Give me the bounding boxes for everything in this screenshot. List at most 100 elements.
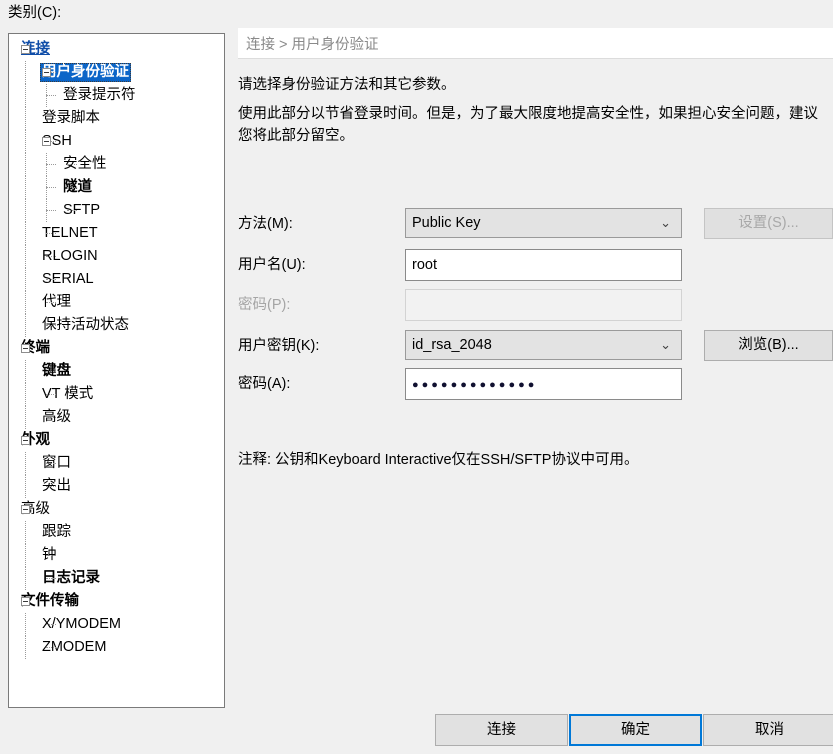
tree-expander-collapse-icon[interactable]	[21, 505, 30, 514]
tree-guide-line	[25, 107, 26, 130]
tree-expander-collapse-icon[interactable]	[21, 344, 30, 353]
tree-guide-line	[46, 95, 56, 96]
passphrase-label: 密码(A):	[238, 376, 291, 392]
tree-item-13[interactable]: 终端	[9, 337, 224, 360]
connect-button[interactable]: 连接	[435, 714, 568, 746]
tree-item-16[interactable]: 高级	[9, 406, 224, 429]
tree-guide-line	[46, 302, 56, 303]
tree-guide-line	[67, 95, 77, 96]
tree-item-label: 隧道	[63, 178, 92, 195]
userkey-browse-button[interactable]: 浏览(B)...	[704, 330, 833, 361]
category-tree-panel[interactable]: 连接 用户身份验证 登录提示符 登录脚本 SSH 安全性隧道 SFTP TELNET RLOGI…	[8, 33, 225, 708]
tree-item-21[interactable]: 跟踪	[9, 521, 224, 544]
chevron-down-icon: ⌄	[660, 215, 671, 230]
tree-guide-line	[25, 291, 26, 314]
tree-guide-line	[46, 555, 56, 556]
tree-guide-line	[46, 187, 56, 188]
breadcrumb: 连接 > 用户身份验证	[246, 37, 379, 53]
tree-guide-line	[46, 176, 47, 199]
userkey-combobox[interactable]: id_rsa_2048 ⌄	[405, 330, 682, 360]
passphrase-input[interactable]: ●●●●●●●●●●●●●	[405, 368, 682, 400]
passphrase-row: 密码(A): ●●●●●●●●●●●●●	[238, 368, 833, 400]
username-row: 用户名(U): root	[238, 249, 833, 281]
tree-guide-line	[25, 475, 26, 498]
method-label: 方法(M):	[238, 216, 293, 232]
tree-guide-line	[46, 578, 56, 579]
tree-guide-line	[46, 153, 47, 176]
userkey-value: id_rsa_2048	[412, 337, 492, 353]
ok-button[interactable]: 确定	[569, 714, 702, 746]
tree-guide-line	[25, 521, 26, 544]
tree-item-12[interactable]: 保持活动状态	[9, 314, 224, 337]
tree-item-15[interactable]: VT 模式	[9, 383, 224, 406]
tree-item-11[interactable]: 代理	[9, 291, 224, 314]
tree-guide-line	[25, 199, 26, 222]
panel-note: 注释: 公钥和Keyboard Interactive仅在SSH/SFTP协议中…	[238, 452, 639, 468]
tree-item-23[interactable]: 日志记录	[9, 567, 224, 590]
tree-guide-line	[25, 544, 26, 567]
tree-guide-line	[25, 360, 26, 383]
tree-item-10[interactable]: SERIAL	[9, 268, 224, 291]
tree-guide-line	[25, 222, 26, 245]
tree-guide-line	[46, 325, 56, 326]
tree-item-label: 代理	[42, 293, 71, 310]
tree-guide-line	[25, 314, 26, 337]
panel-description-primary: 请选择身份验证方法和其它参数。	[238, 77, 456, 93]
passphrase-masked-value: ●●●●●●●●●●●●●	[412, 379, 538, 391]
tree-guide-line	[25, 268, 26, 291]
method-combobox[interactable]: Public Key ⌄	[405, 208, 682, 238]
tree-item-22[interactable]: 钟	[9, 544, 224, 567]
tree-item-3[interactable]: 登录脚本	[9, 107, 224, 130]
username-input[interactable]: root	[405, 249, 682, 281]
tree-guide-line	[25, 452, 26, 475]
tree-item-5[interactable]: 安全性	[9, 153, 224, 176]
method-settings-button[interactable]: 设置(S)...	[704, 208, 833, 239]
tree-item-20[interactable]: 高级	[9, 498, 224, 521]
tree-expander-collapse-icon[interactable]	[42, 68, 51, 77]
password-input[interactable]	[405, 289, 682, 321]
tree-guide-line	[46, 417, 56, 418]
tree-item-2[interactable]: 登录提示符	[9, 84, 224, 107]
tree-item-7[interactable]: SFTP	[9, 199, 224, 222]
tree-item-9[interactable]: RLOGIN	[9, 245, 224, 268]
tree-item-24[interactable]: 文件传输	[9, 590, 224, 613]
method-value: Public Key	[412, 215, 481, 231]
tree-item-8[interactable]: TELNET	[9, 222, 224, 245]
settings-panel: 连接 > 用户身份验证 请选择身份验证方法和其它参数。 使用此部分以节省登录时间…	[238, 28, 833, 708]
tree-item-label: 窗口	[42, 454, 71, 471]
tree-expander-collapse-icon[interactable]	[21, 45, 30, 54]
tree-item-25[interactable]: X/YMODEM	[9, 613, 224, 636]
category-label: 类别(C):	[8, 5, 62, 21]
tree-item-6[interactable]: 隧道	[9, 176, 224, 199]
tree-item-18[interactable]: 窗口	[9, 452, 224, 475]
password-label: 密码(P):	[238, 297, 291, 313]
tree-item-26[interactable]: ZMODEM	[9, 636, 224, 659]
tree-item-14[interactable]: 键盘	[9, 360, 224, 383]
tree-item-1[interactable]: 用户身份验证	[9, 61, 224, 84]
tree-item-label: 键盘	[42, 362, 71, 379]
tree-guide-line	[46, 256, 56, 257]
tree-expander-collapse-icon[interactable]	[21, 597, 30, 606]
tree-guide-line	[25, 406, 26, 429]
tree-guide-line	[46, 463, 56, 464]
tree-item-19[interactable]: 突出	[9, 475, 224, 498]
tree-guide-line	[25, 567, 26, 590]
tree-guide-line	[46, 279, 56, 280]
tree-guide-line	[25, 383, 26, 406]
tree-expander-collapse-icon[interactable]	[42, 137, 51, 146]
tree-item-17[interactable]: 外观	[9, 429, 224, 452]
tree-item-0[interactable]: 连接	[9, 38, 224, 61]
tree-expander-collapse-icon[interactable]	[21, 436, 30, 445]
tree-guide-line	[67, 187, 77, 188]
tree-guide-line	[46, 647, 56, 648]
tree-guide-line	[25, 130, 26, 153]
panel-description-secondary: 使用此部分以节省登录时间。但是，为了最大限度地提高安全性，如果担心安全问题，建议…	[238, 106, 818, 144]
tree-guide-line	[25, 613, 26, 636]
breadcrumb-bar: 连接 > 用户身份验证	[238, 28, 833, 59]
tree-guide-line	[46, 199, 47, 222]
cancel-button[interactable]: 取消	[703, 714, 833, 746]
tree-guide-line	[46, 371, 56, 372]
username-label: 用户名(U):	[238, 257, 306, 273]
tree-item-4[interactable]: SSH	[9, 130, 224, 153]
method-row: 方法(M): Public Key ⌄ 设置(S)...	[238, 208, 833, 239]
